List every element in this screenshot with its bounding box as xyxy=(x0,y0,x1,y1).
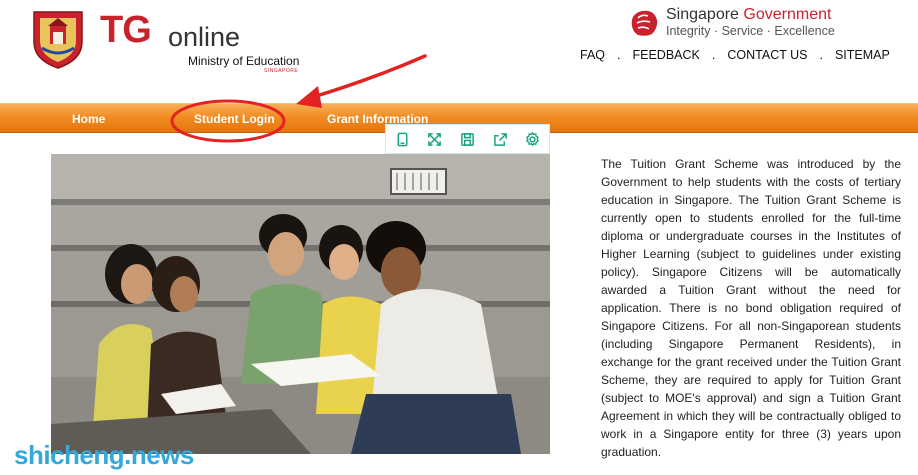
gov-tagline: Integrity · Service · Excellence xyxy=(666,24,835,38)
feedback-link[interactable]: FEEDBACK xyxy=(633,48,700,62)
lion-head-icon xyxy=(631,10,658,36)
link-separator: . xyxy=(819,48,823,62)
faq-link[interactable]: FAQ xyxy=(580,48,605,62)
ministry-name: Ministry of Education xyxy=(188,54,300,68)
link-separator: . xyxy=(711,48,716,62)
expand-icon[interactable] xyxy=(419,125,452,153)
tuition-grant-description: The Tuition Grant Scheme was introduced … xyxy=(601,157,901,459)
share-icon[interactable] xyxy=(484,125,517,153)
students-photo xyxy=(51,154,550,454)
moe-crest-logo xyxy=(33,11,83,69)
image-toolbar xyxy=(385,124,550,154)
save-icon[interactable] xyxy=(451,125,484,153)
nav-student-login[interactable]: Student Login xyxy=(194,112,275,126)
sitemap-link[interactable]: SITEMAP xyxy=(835,48,890,62)
settings-icon[interactable] xyxy=(516,125,549,153)
watermark: shicheng.news xyxy=(14,440,194,470)
utility-links: FAQ . FEEDBACK . CONTACT US . SITEMAP xyxy=(580,48,890,62)
singapore-government-title: Singapore Government xyxy=(666,6,831,24)
phone-icon[interactable] xyxy=(386,125,419,153)
link-separator: . xyxy=(617,48,621,62)
annotation-arrow xyxy=(308,54,427,100)
nav-home[interactable]: Home xyxy=(72,112,105,126)
contact-us-link[interactable]: CONTACT US xyxy=(727,48,807,62)
tg-mark: TG xyxy=(100,9,152,51)
ministry-country: SINGAPORE xyxy=(264,68,299,74)
gov-title-prefix: Singapore xyxy=(666,6,744,23)
gov-title-highlight: Government xyxy=(743,6,832,23)
tg-online-text: online xyxy=(168,22,241,52)
